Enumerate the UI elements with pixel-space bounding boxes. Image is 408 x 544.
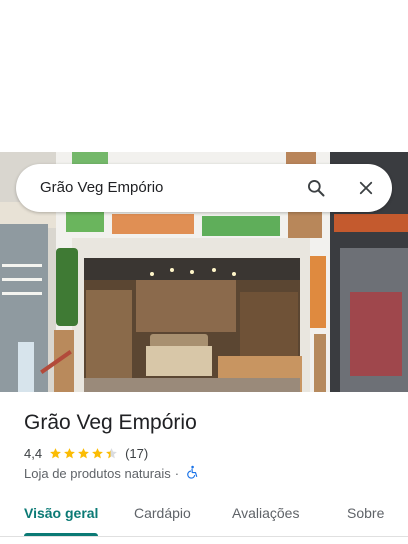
- tab-divider: [0, 536, 408, 537]
- close-icon[interactable]: [354, 176, 378, 200]
- tab-sobre[interactable]: Sobre: [347, 505, 384, 521]
- place-category: Loja de produtos naturais: [24, 465, 171, 481]
- rating-value: 4,4: [24, 445, 43, 461]
- star-icon: [50, 447, 61, 458]
- star-icon: [92, 447, 103, 458]
- place-title: Grão Veg Empório: [24, 411, 197, 434]
- wheelchair-icon: [183, 465, 199, 482]
- active-tab-indicator: [24, 533, 98, 536]
- search-icon[interactable]: [304, 176, 328, 200]
- tab-visao-geral[interactable]: Visão geral: [24, 505, 98, 521]
- search-input[interactable]: Grão Veg Empório: [40, 179, 163, 196]
- category-row: Loja de produtos naturais ·: [24, 464, 199, 482]
- tab-cardapio[interactable]: Cardápio: [134, 505, 191, 521]
- star-icon: [78, 447, 89, 458]
- star-icon: [64, 447, 75, 458]
- category-separator: ·: [174, 465, 180, 481]
- tab-avaliacoes[interactable]: Avaliações: [232, 505, 299, 521]
- review-count[interactable]: (17): [125, 446, 148, 461]
- rating-row[interactable]: 4,4 (17): [24, 444, 148, 462]
- search-bar[interactable]: Grão Veg Empório: [16, 164, 392, 212]
- map-blank-area: [0, 0, 408, 152]
- star-icon: [106, 447, 117, 458]
- rating-stars: [49, 447, 119, 460]
